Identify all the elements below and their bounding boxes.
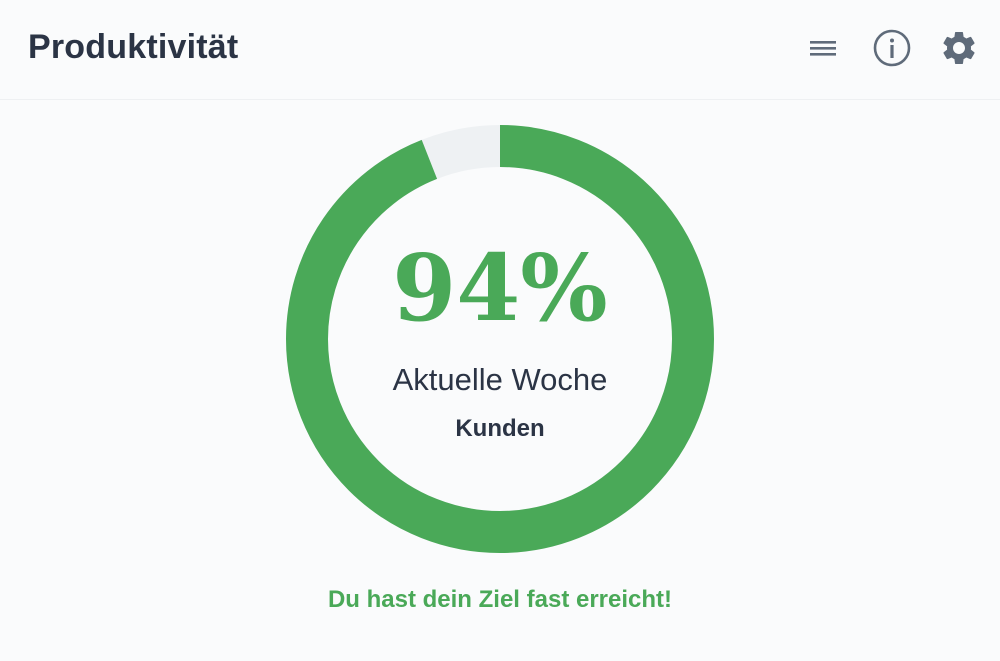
gauge-center: 94% Aktuelle Woche Kunden	[285, 124, 715, 554]
app-header: Produktivität	[0, 0, 1000, 100]
goal-message: Du hast dein Ziel fast erreicht!	[327, 586, 673, 613]
productivity-gauge: 94% Aktuelle Woche Kunden	[285, 124, 715, 554]
settings-button[interactable]	[937, 26, 981, 70]
progress-percent: 94%	[392, 234, 608, 342]
info-button[interactable]	[870, 26, 914, 70]
category-label: Kunden	[455, 415, 545, 442]
info-icon	[873, 29, 911, 67]
page-title: Produktivität	[28, 28, 239, 66]
menu-button[interactable]	[801, 26, 845, 70]
gear-icon	[943, 31, 975, 64]
menu-icon	[810, 41, 836, 56]
period-label: Aktuelle Woche	[392, 362, 608, 397]
